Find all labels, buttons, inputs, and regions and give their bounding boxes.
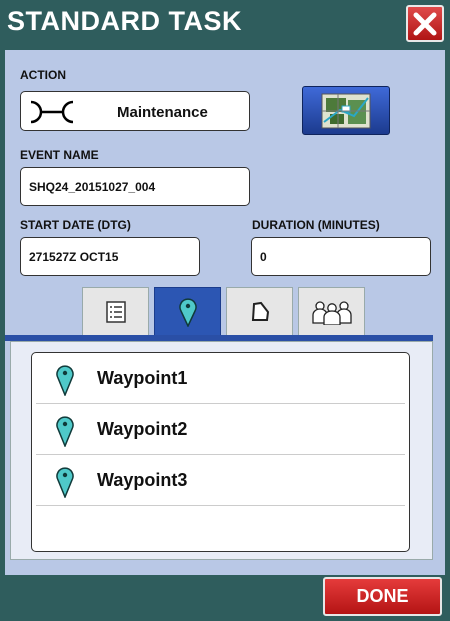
event-name-field[interactable]: SHQ24_20151027_004 (20, 167, 250, 206)
tab-waypoints[interactable] (154, 287, 221, 336)
connector-symbol-icon (30, 100, 74, 124)
form-panel: ACTION Maintenance EVENT NAME SHQ24_2015… (5, 50, 445, 575)
dialog-title: STANDARD TASK (7, 6, 242, 36)
list-item[interactable]: Waypoint2 (36, 404, 405, 455)
duration-label: DURATION (MINUTES) (252, 218, 380, 232)
map-pin-icon (56, 365, 74, 396)
people-group-icon (311, 300, 352, 325)
area-shape-icon (251, 301, 269, 321)
waypoint-list: Waypoint1 Waypoint2 Waypoint3 (31, 352, 410, 552)
start-date-label: START DATE (DTG) (20, 218, 131, 232)
map-pin-icon (56, 416, 74, 447)
start-date-field[interactable]: 271527Z OCT15 (20, 237, 200, 276)
done-button[interactable]: DONE (323, 577, 442, 616)
waypoint-label: Waypoint3 (97, 470, 188, 490)
list-item[interactable]: Waypoint1 (36, 353, 405, 404)
tab-area[interactable] (226, 287, 293, 336)
standard-task-dialog: STANDARD TASK ACTION Maintenance EVENT N… (0, 0, 450, 621)
event-name-label: EVENT NAME (20, 148, 99, 162)
waypoint-label: Waypoint2 (97, 419, 188, 439)
close-button[interactable] (406, 5, 444, 42)
action-field[interactable]: Maintenance (20, 91, 250, 131)
map-icon (321, 93, 371, 128)
action-label: ACTION (20, 68, 66, 82)
map-button[interactable] (302, 86, 390, 135)
waypoint-label: Waypoint1 (97, 368, 188, 388)
close-icon (413, 12, 437, 35)
list-icon (105, 300, 126, 323)
duration-field[interactable]: 0 (251, 237, 431, 276)
tab-participants[interactable] (298, 287, 365, 336)
action-value: Maintenance (117, 104, 208, 121)
tab-details[interactable] (82, 287, 149, 336)
map-pin-icon (56, 467, 74, 498)
map-pin-icon (178, 297, 197, 327)
list-item[interactable]: Waypoint3 (36, 455, 405, 506)
